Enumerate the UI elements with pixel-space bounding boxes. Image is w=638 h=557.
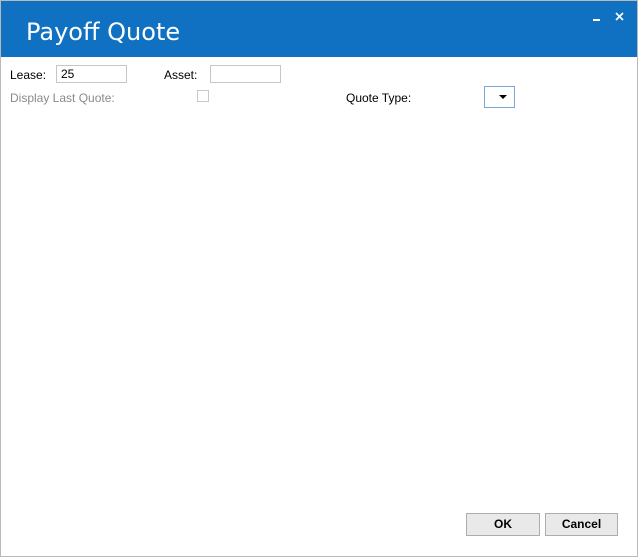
lease-label: Lease: <box>10 68 47 82</box>
close-button[interactable] <box>612 9 628 25</box>
asset-input[interactable] <box>210 65 281 83</box>
minimize-button[interactable] <box>589 9 605 25</box>
display-last-quote-label: Display Last Quote: <box>10 91 115 105</box>
chevron-down-icon <box>499 95 507 99</box>
asset-label: Asset: <box>164 68 198 82</box>
display-last-quote-checkbox[interactable] <box>197 90 209 102</box>
quote-type-dropdown[interactable] <box>484 86 515 108</box>
lease-input[interactable] <box>56 65 127 83</box>
dialog-title: Payoff Quote <box>26 18 181 46</box>
minimize-icon <box>593 19 600 21</box>
payoff-quote-dialog: Payoff Quote Lease: Asset: Display Last … <box>0 0 638 557</box>
ok-button[interactable]: OK <box>466 513 540 536</box>
close-icon <box>615 12 624 21</box>
quote-type-label: Quote Type: <box>346 91 412 105</box>
title-bar: Payoff Quote <box>1 1 637 57</box>
cancel-button[interactable]: Cancel <box>545 513 618 536</box>
